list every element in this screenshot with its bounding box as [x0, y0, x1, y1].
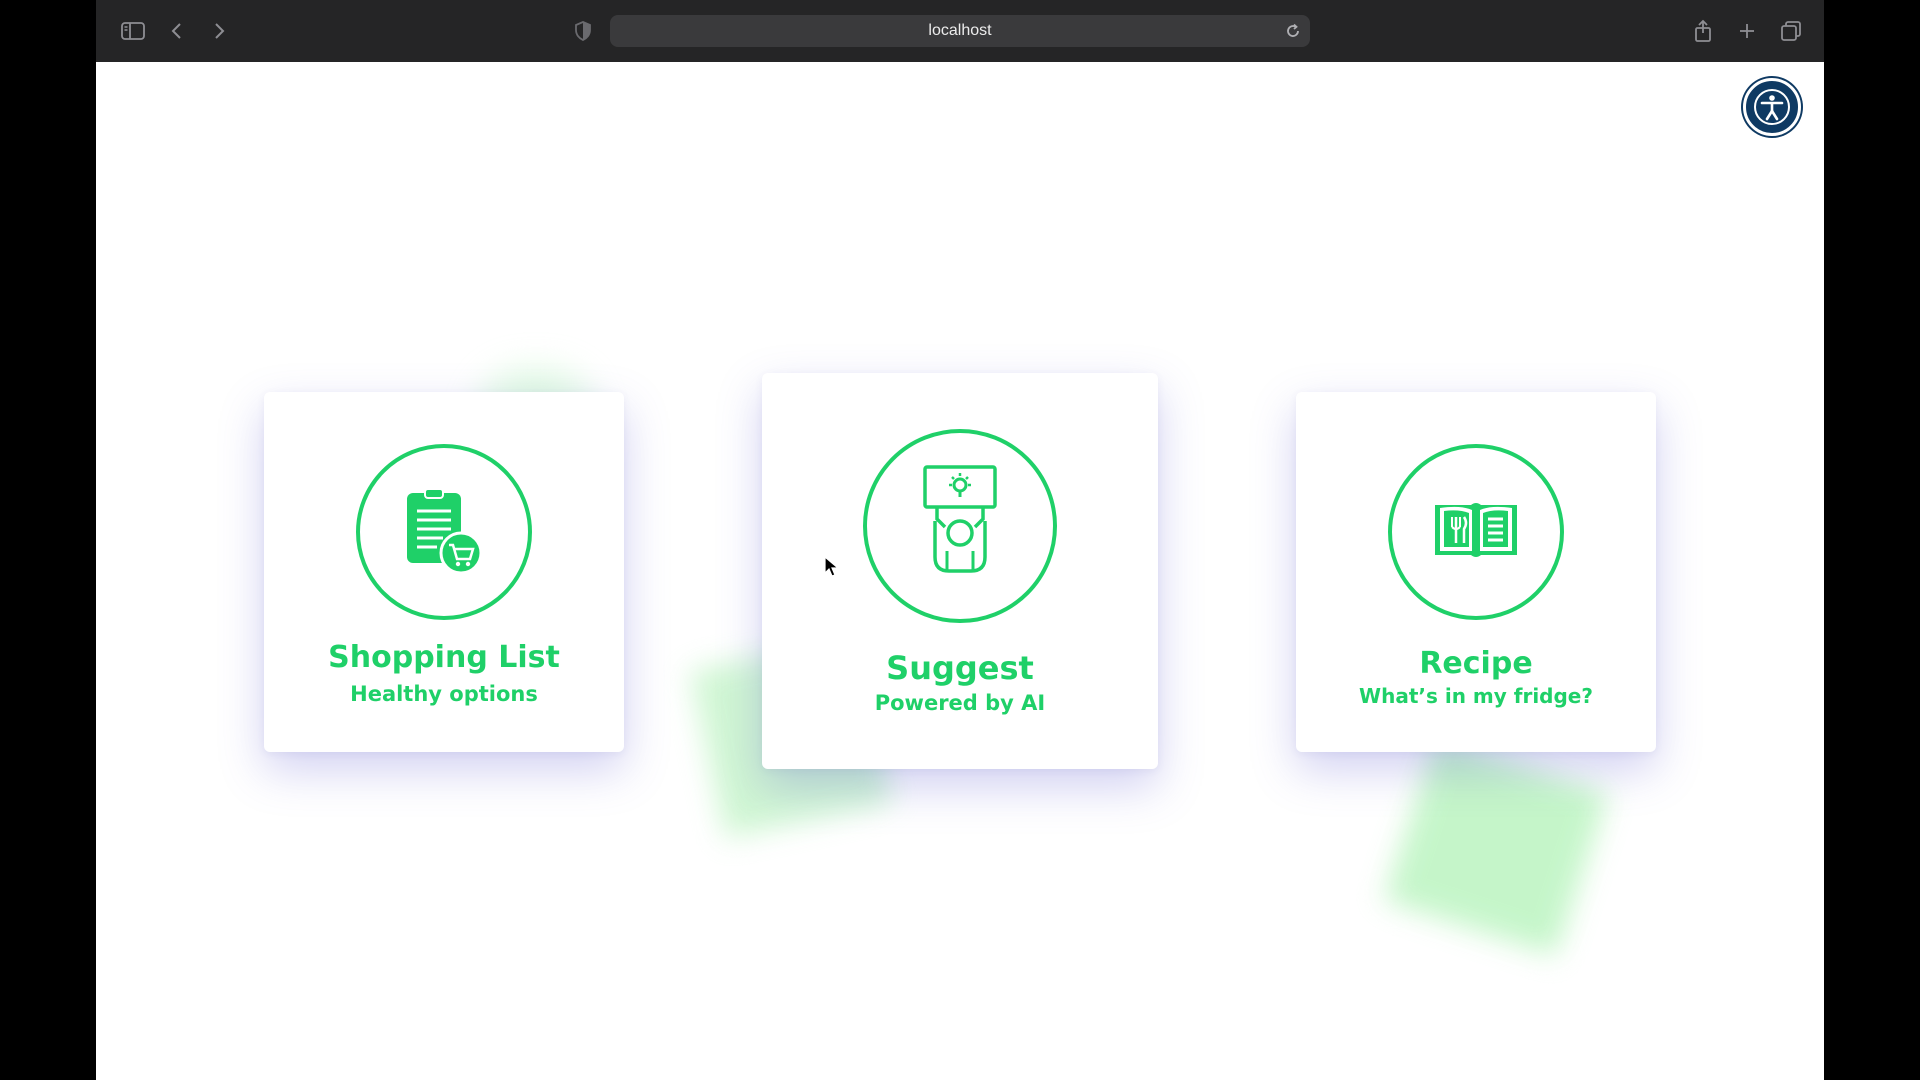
card-title: Shopping List — [328, 640, 560, 675]
accessibility-icon — [1754, 89, 1790, 125]
card-subtitle: What’s in my fridge? — [1359, 684, 1593, 708]
share-icon[interactable] — [1688, 16, 1718, 46]
card-title: Suggest — [886, 649, 1034, 687]
reload-icon[interactable] — [1284, 22, 1302, 45]
url-text: localhost — [928, 22, 992, 39]
browser-window: localhost Shopping List Healthy options … — [96, 0, 1824, 1080]
tabs-overview-icon[interactable] — [1776, 16, 1806, 46]
card-subtitle: Healthy options — [350, 682, 538, 706]
shopping-list-cart-icon — [356, 444, 532, 620]
forward-button[interactable] — [204, 16, 234, 46]
back-button[interactable] — [162, 16, 192, 46]
accessibility-button[interactable] — [1743, 78, 1801, 136]
shopping-list-card[interactable]: Shopping List Healthy options — [264, 392, 624, 752]
card-title: Recipe — [1419, 646, 1533, 681]
plus-icon[interactable] — [1732, 16, 1762, 46]
mouse-cursor-icon — [824, 555, 840, 582]
address-bar[interactable]: localhost — [610, 15, 1310, 47]
browser-toolbar: localhost — [96, 0, 1824, 63]
recipe-card[interactable]: Recipe What’s in my fridge? — [1296, 392, 1656, 752]
recipe-book-icon — [1388, 444, 1564, 620]
sidebar-icon[interactable] — [118, 16, 148, 46]
suggest-card[interactable]: Suggest Powered by AI — [762, 373, 1158, 769]
card-subtitle: Powered by AI — [874, 691, 1046, 715]
shield-icon[interactable] — [568, 16, 598, 46]
page-content: Shopping List Healthy options Suggest Po… — [96, 62, 1824, 1080]
idea-sign-person-icon — [863, 429, 1057, 623]
decor-blob — [1384, 738, 1608, 956]
